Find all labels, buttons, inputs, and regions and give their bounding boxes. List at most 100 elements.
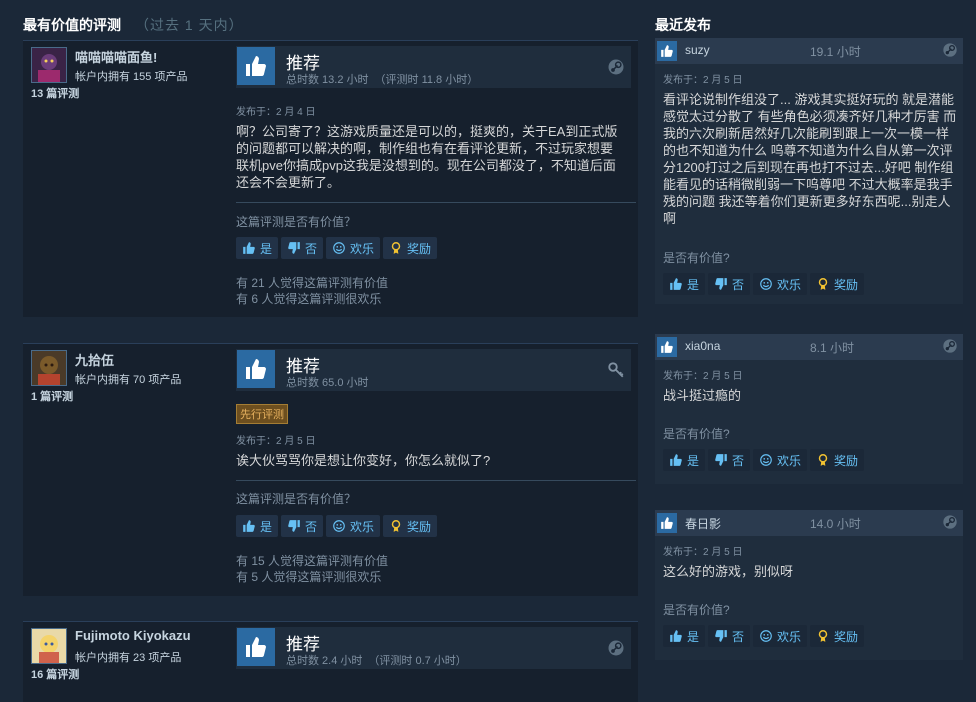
avatar[interactable]	[31, 47, 67, 83]
recent-hours: 19.1 小时	[810, 45, 861, 59]
author-review-count[interactable]: 16 篇评测	[31, 666, 79, 682]
review-header[interactable]: 推荐 总时数 65.0 小时	[236, 349, 631, 391]
recent-review-card: 春日影 14.0 小时 发布于：2 月 5 日 这么好的游戏，别似呀 是否有价值…	[655, 510, 963, 660]
hours-at-review: （评测时 0.7 小时）	[368, 655, 467, 667]
author-owned-products: 帐户内拥有 155 项产品	[75, 71, 188, 83]
author-name[interactable]: 九拾伍	[75, 350, 114, 369]
recent-username[interactable]: suzy	[685, 43, 710, 57]
early-access-badge: 先行评测	[236, 404, 288, 424]
vote-funny-button[interactable]: 欢乐	[753, 449, 808, 471]
author-name[interactable]: Fujimoto Kiyokazu	[75, 628, 191, 643]
posted-date: 发布于：2 月 5 日	[663, 75, 743, 86]
posted-date: 发布于：2 月 5 日	[663, 371, 743, 382]
section-period: （过去 1 天内）	[135, 17, 244, 33]
vote-buttons: 是 否 欢乐 奖励	[236, 515, 438, 537]
award-label: 奖励	[834, 453, 859, 468]
smiley-icon	[332, 241, 346, 255]
thumbs-up-icon	[669, 629, 683, 643]
review-header[interactable]: 推荐 总时数 2.4 小时 （评测时 0.7 小时）	[236, 627, 631, 669]
award-button[interactable]: 奖励	[810, 273, 865, 295]
recent-review-header[interactable]: 春日影 14.0 小时	[655, 510, 963, 536]
vote-no-button[interactable]: 否	[281, 237, 324, 259]
vote-funny-button[interactable]: 欢乐	[326, 237, 381, 259]
review-header[interactable]: 推荐 总时数 13.2 小时 （评测时 11.8 小时）	[236, 46, 631, 88]
thumbs-up-icon	[237, 628, 275, 666]
award-button[interactable]: 奖励	[383, 237, 438, 259]
recent-hours: 8.1 小时	[810, 341, 855, 355]
thumbs-up-icon	[657, 337, 677, 357]
smiley-icon	[332, 519, 346, 533]
vote-no-label: 否	[732, 453, 745, 468]
thumbs-down-icon	[287, 519, 301, 533]
vote-no-label: 否	[305, 241, 318, 256]
vote-yes-button[interactable]: 是	[236, 515, 279, 537]
thumbs-up-icon	[242, 519, 256, 533]
divider	[236, 202, 636, 203]
vote-funny-label: 欢乐	[777, 629, 802, 644]
thumbs-up-icon	[669, 277, 683, 291]
smiley-icon	[759, 277, 773, 291]
thumbs-down-icon	[287, 241, 301, 255]
award-button[interactable]: 奖励	[810, 449, 865, 471]
helpful-question: 这篇评测是否有价值？	[236, 492, 357, 506]
recent-username[interactable]: 春日影	[685, 515, 721, 532]
vote-yes-button[interactable]: 是	[663, 273, 706, 295]
vote-yes-button[interactable]: 是	[663, 625, 706, 647]
vote-no-label: 否	[732, 277, 745, 292]
playtime: 总时数 2.4 小时 （评测时 0.7 小时）	[286, 652, 467, 668]
vote-funny-label: 欢乐	[350, 241, 375, 256]
vote-funny-button[interactable]: 欢乐	[753, 273, 808, 295]
total-hours: 总时数 65.0 小时	[286, 377, 369, 389]
thumbs-down-icon	[714, 277, 728, 291]
recent-review-header[interactable]: xia0na 8.1 小时	[655, 334, 963, 360]
author-review-count[interactable]: 1 篇评测	[31, 388, 73, 404]
helpful-question: 是否有价值?	[663, 603, 730, 617]
vote-buttons: 是 否 欢乐 奖励	[663, 625, 865, 647]
award-icon	[389, 519, 403, 533]
playtime: 总时数 13.2 小时 （评测时 11.8 小时）	[286, 71, 478, 87]
vote-buttons: 是 否 欢乐 奖励	[236, 237, 438, 259]
vote-funny-button[interactable]: 欢乐	[326, 515, 381, 537]
author-owned-products: 帐户内拥有 70 项产品	[75, 374, 182, 386]
avatar[interactable]	[31, 628, 67, 664]
vote-yes-button[interactable]: 是	[236, 237, 279, 259]
section-title: 最近发布	[655, 17, 711, 33]
recent-review-card: suzy 19.1 小时 发布于：2 月 5 日 看评论说制作组没了... 游戏…	[655, 38, 963, 304]
award-label: 奖励	[407, 519, 432, 534]
hours-at-review: （评测时 11.8 小时）	[374, 74, 479, 86]
award-label: 奖励	[834, 629, 859, 644]
recent-review-header[interactable]: suzy 19.1 小时	[655, 38, 963, 64]
recent-username[interactable]: xia0na	[685, 339, 720, 353]
vote-no-button[interactable]: 否	[708, 449, 751, 471]
award-button[interactable]: 奖励	[383, 515, 438, 537]
vote-yes-button[interactable]: 是	[663, 449, 706, 471]
vote-funny-button[interactable]: 欢乐	[753, 625, 808, 647]
steam-icon	[942, 42, 958, 58]
review-card: 九拾伍 帐户内拥有 70 项产品 1 篇评测 推荐 总时数 65.0 小时 先行…	[23, 343, 638, 596]
thumbs-up-icon	[237, 47, 275, 85]
author-owned-products: 帐户内拥有 23 项产品	[75, 652, 182, 664]
vote-buttons: 是 否 欢乐 奖励	[663, 273, 865, 295]
smiley-icon	[759, 453, 773, 467]
review-text: 啊？公司寄了？这游戏质量还是可以的，挺爽的，关于EA到正式版的问题都可以解决的啊…	[236, 124, 618, 190]
review-text: 诶大伙骂骂你是想让你变好，你怎么就似了?	[236, 453, 491, 468]
vote-no-button[interactable]: 否	[281, 515, 324, 537]
thumbs-up-icon	[657, 513, 677, 533]
vote-no-button[interactable]: 否	[708, 273, 751, 295]
recent-header: 最近发布	[655, 15, 711, 35]
thumbs-up-icon	[242, 241, 256, 255]
vote-no-button[interactable]: 否	[708, 625, 751, 647]
total-hours: 总时数 2.4 小时	[286, 655, 363, 667]
thumbs-down-icon	[714, 453, 728, 467]
thumbs-up-icon	[669, 453, 683, 467]
award-button[interactable]: 奖励	[810, 625, 865, 647]
avatar[interactable]	[31, 350, 67, 386]
author-name[interactable]: 喵喵喵喵面鱼!	[75, 47, 157, 66]
funny-count: 有 6 人觉得这篇评测很欢乐	[236, 292, 382, 306]
vote-funny-label: 欢乐	[350, 519, 375, 534]
steam-icon	[942, 514, 958, 530]
steam-icon	[942, 338, 958, 354]
award-label: 奖励	[407, 241, 432, 256]
total-hours: 总时数 13.2 小时	[286, 74, 369, 86]
author-review-count[interactable]: 13 篇评测	[31, 85, 79, 101]
